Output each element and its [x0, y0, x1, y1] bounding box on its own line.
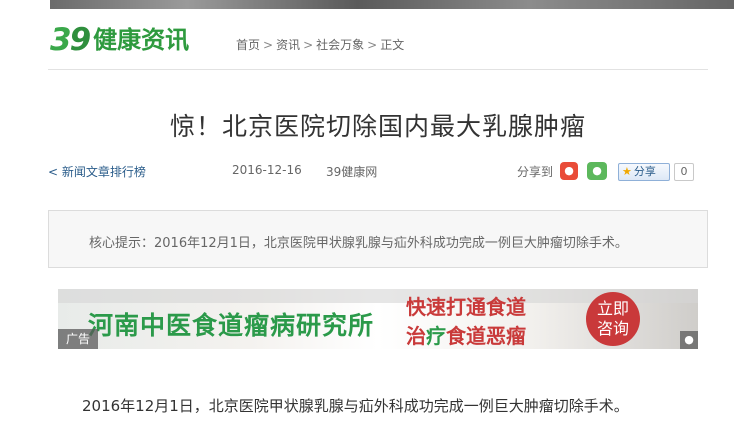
paw-icon[interactable]: ● — [680, 331, 698, 349]
top-banner-image — [50, 0, 734, 9]
article-meta: < 新闻文章排行榜 2016-12-16 39健康网 分享到 ● ● ★ 分享 0 — [48, 162, 708, 182]
share-label: 分享到 — [517, 165, 554, 179]
share-button[interactable]: ★ 分享 — [618, 163, 670, 181]
weibo-icon[interactable]: ● — [560, 162, 578, 180]
share-count: 0 — [674, 163, 694, 181]
news-ranking-link[interactable]: < 新闻文章排行榜 — [48, 163, 146, 180]
logo-text: 健康资讯 — [93, 26, 190, 54]
breadcrumb-separator: > — [263, 38, 274, 52]
star-icon: ★ — [622, 165, 632, 178]
breadcrumb-news[interactable]: 资讯 — [276, 38, 300, 52]
article-summary: 核心提示：2016年12月1日，北京医院甲状腺乳腺与疝外科成功完成一例巨大肿瘤切… — [48, 210, 708, 268]
article-source: 39健康网 — [326, 165, 378, 179]
header-divider — [48, 69, 708, 70]
article-date: 2016-12-16 — [232, 163, 302, 177]
ad-slogan-2: 治疗食道恶瘤 — [406, 324, 526, 348]
ad-label: 广告 — [58, 329, 98, 349]
ad-slogan-1: 快速打通食道 — [406, 295, 526, 319]
breadcrumb-society[interactable]: 社会万象 — [316, 38, 364, 52]
summary-text: 核心提示：2016年12月1日，北京医院甲状腺乳腺与疝外科成功完成一例巨大肿瘤切… — [89, 236, 628, 251]
chevron-left-icon: < — [48, 165, 59, 179]
breadcrumb-home[interactable]: 首页 — [236, 38, 260, 52]
breadcrumb: 首页 > 资讯 > 社会万象 > 正文 — [236, 36, 404, 53]
article-paragraph: 2016年12月1日，北京医院甲状腺乳腺与疝外科成功完成一例巨大肿瘤切除手术。 — [82, 397, 629, 415]
article-title: 惊！北京医院切除国内最大乳腺肿瘤 — [169, 111, 586, 141]
ad-institute-name: 河南中医食道瘤病研究所 — [88, 311, 375, 340]
breadcrumb-current: 正文 — [380, 38, 405, 52]
ad-consult-button[interactable]: 立即 咨询 — [586, 292, 640, 346]
breadcrumb-separator: > — [303, 38, 314, 52]
logo-number: 39 — [50, 22, 91, 58]
breadcrumb-separator: > — [367, 38, 378, 52]
site-logo[interactable]: 39 健康资讯 — [50, 22, 189, 58]
wechat-icon[interactable]: ● — [587, 162, 607, 180]
advertisement-banner[interactable]: 河南中医食道瘤病研究所 快速打通食道 治疗食道恶瘤 立即 咨询 广告 ● — [58, 289, 698, 349]
